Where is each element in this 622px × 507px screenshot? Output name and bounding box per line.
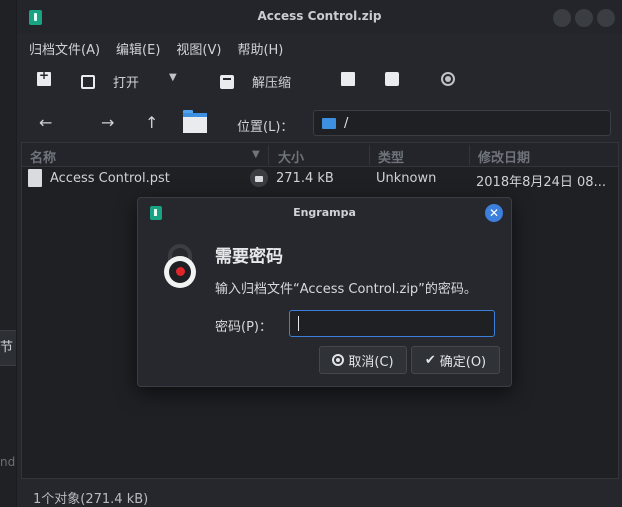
folder-icon <box>322 117 336 129</box>
extract-label: 解压缩 <box>252 76 292 91</box>
cancel-icon <box>332 354 345 366</box>
titlebar[interactable]: Access Control.zip <box>17 0 622 34</box>
location-label: 位置(L)： <box>237 120 294 135</box>
home-folder-icon[interactable] <box>183 110 209 134</box>
extract-icon <box>220 74 234 89</box>
password-input[interactable] <box>289 310 495 337</box>
chevron-down-icon: ▼ <box>169 72 177 83</box>
check-icon: ✔ <box>424 352 436 368</box>
stop-button[interactable] <box>441 72 455 86</box>
dialog-close-button[interactable]: ✕ <box>485 204 503 222</box>
menu-archive[interactable]: 归档文件(A) <box>29 39 100 58</box>
extract-button[interactable]: 解压缩 <box>220 72 291 91</box>
column-header: 名称 ▼ 大小 类型 修改日期 <box>22 143 618 167</box>
ok-label: 确定(O) <box>439 354 487 370</box>
status-bar: 1个对象(271.4 kB) <box>33 492 149 507</box>
lock-icon <box>250 169 268 187</box>
background-window: 节 nd <box>0 0 16 507</box>
add-folder-icon <box>385 72 399 86</box>
column-modified[interactable]: 修改日期 <box>478 147 530 166</box>
back-arrow-icon[interactable]: ← <box>39 113 52 132</box>
minimize-button[interactable] <box>553 9 571 27</box>
padlock-icon <box>160 244 200 288</box>
dialog-title: Engrampa <box>293 206 356 219</box>
maximize-button[interactable] <box>575 9 593 27</box>
file-name: Access Control.pst <box>50 171 170 186</box>
table-row[interactable]: Access Control.pst 271.4 kB Unknown 2018… <box>22 167 618 191</box>
location-field[interactable]: / <box>313 110 611 136</box>
file-type: Unknown <box>376 171 437 186</box>
stop-icon <box>441 72 455 86</box>
toolbar: 打开 ▼ 解压缩 <box>17 62 622 104</box>
background-window-fragment-2: nd <box>0 455 16 469</box>
sort-arrow-icon: ▼ <box>252 149 260 160</box>
add-file-icon <box>341 72 355 86</box>
add-folder-button[interactable] <box>385 72 399 86</box>
column-name[interactable]: 名称 <box>30 147 56 166</box>
file-size: 271.4 kB <box>276 171 334 186</box>
menubar: 归档文件(A) 编辑(E) 视图(V) 帮助(H) <box>17 34 622 62</box>
file-icon <box>28 169 42 187</box>
password-dialog: Engrampa ✕ 需要密码 输入归档文件“Access Control.zi… <box>137 197 512 387</box>
cancel-button[interactable]: 取消(C) <box>319 346 407 374</box>
text-cursor <box>298 316 299 331</box>
menu-edit[interactable]: 编辑(E) <box>116 39 160 58</box>
new-archive-icon <box>37 68 51 86</box>
forward-arrow-icon[interactable]: → <box>101 113 114 132</box>
menu-help[interactable]: 帮助(H) <box>237 39 283 58</box>
ok-button[interactable]: ✔ 确定(O) <box>411 346 500 374</box>
cancel-label: 取消(C) <box>348 354 394 370</box>
file-date: 2018年8月24日 08... <box>476 175 606 190</box>
new-archive-button[interactable] <box>37 68 51 86</box>
location-bar: ← → ↑ 位置(L)： / <box>17 104 622 142</box>
dialog-message: 输入归档文件“Access Control.zip”的密码。 <box>215 282 477 297</box>
close-window-button[interactable] <box>597 9 615 27</box>
password-label: 密码(P)： <box>215 320 272 335</box>
menu-view[interactable]: 视图(V) <box>176 39 221 58</box>
background-window-fragment: 节 <box>0 330 16 366</box>
up-arrow-icon[interactable]: ↑ <box>145 113 158 132</box>
open-label: 打开 <box>113 76 140 91</box>
dialog-heading: 需要密码 <box>215 247 283 267</box>
column-size[interactable]: 大小 <box>278 147 304 166</box>
open-button[interactable]: 打开 <box>81 72 139 91</box>
column-type[interactable]: 类型 <box>378 147 404 166</box>
open-dropdown-button[interactable]: ▼ <box>169 72 177 83</box>
location-value: / <box>344 115 349 131</box>
open-icon <box>81 74 95 89</box>
add-files-button[interactable] <box>341 72 355 86</box>
window-title: Access Control.zip <box>257 9 382 23</box>
